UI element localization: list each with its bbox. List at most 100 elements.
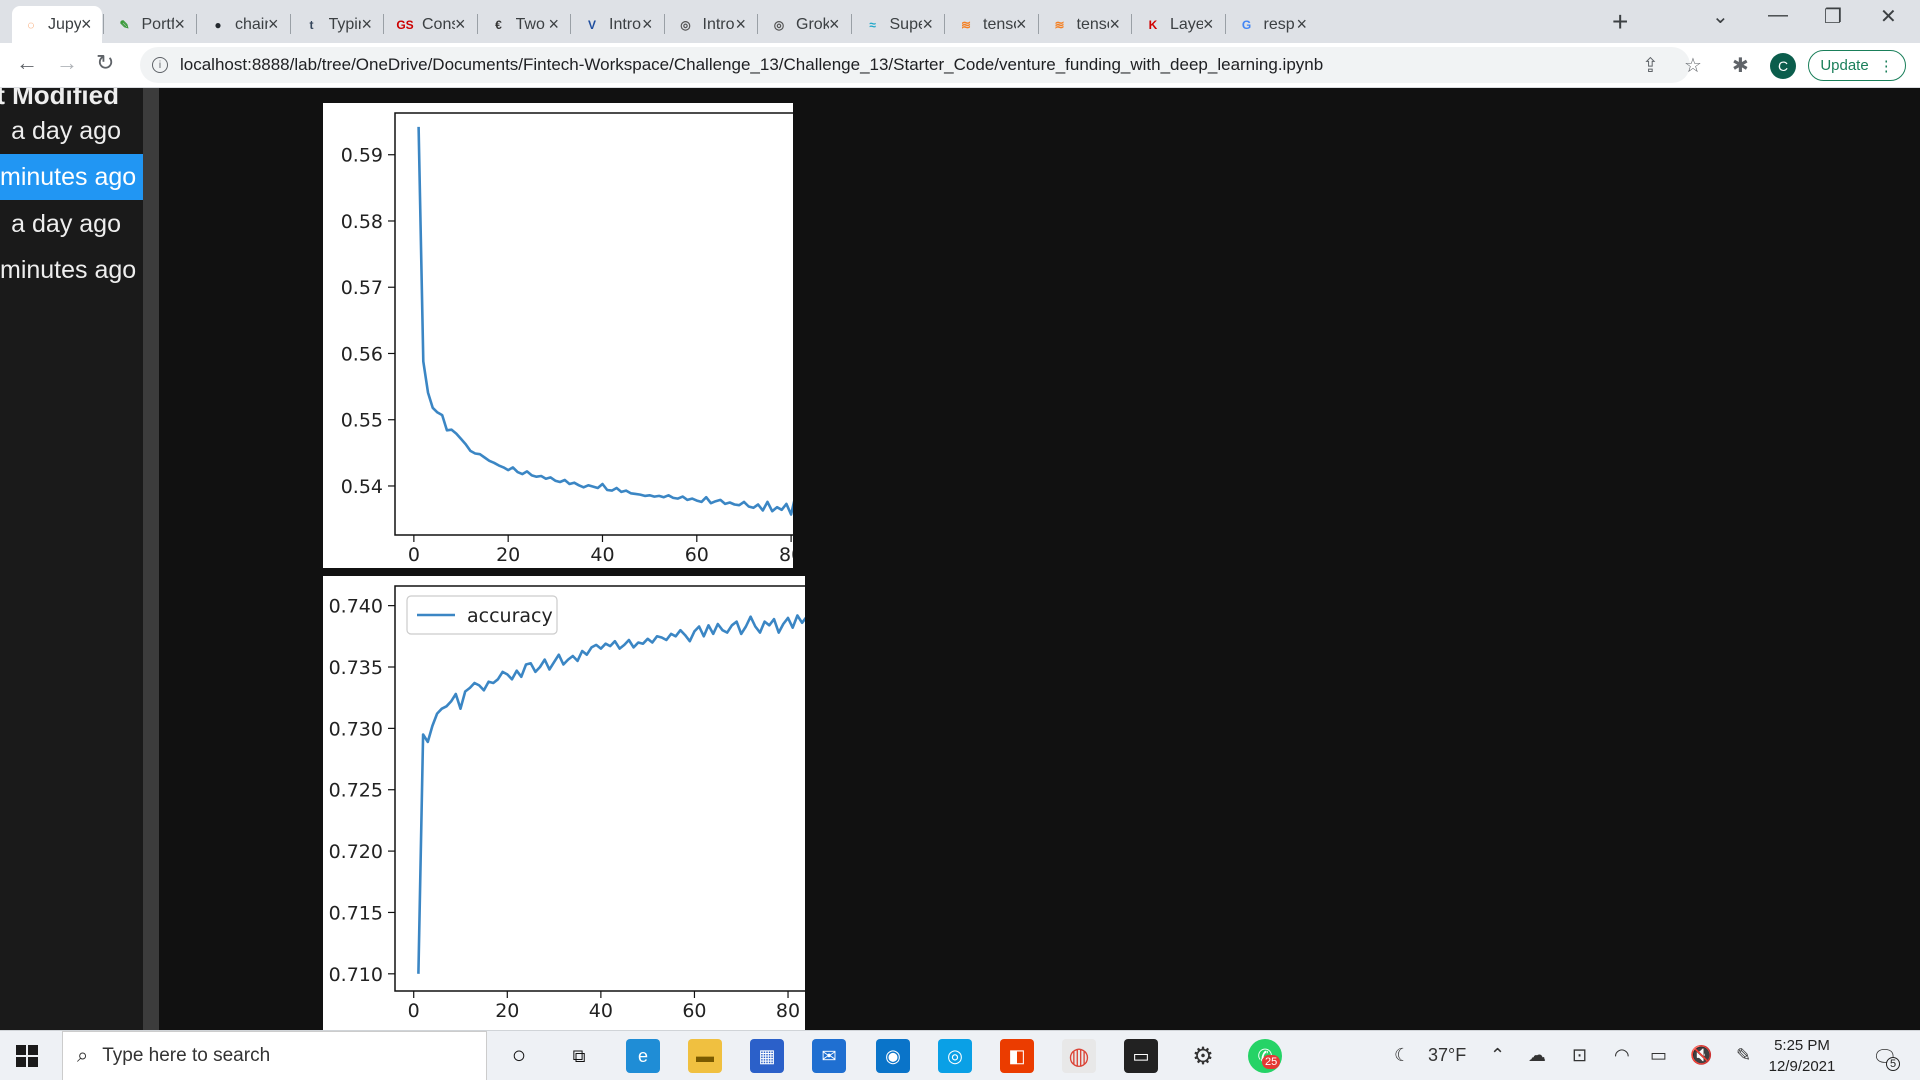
browser-tab[interactable]: ≈ Super× xyxy=(854,6,944,43)
system-clock[interactable]: 5:25 PM 12/9/2021 xyxy=(1762,1035,1842,1077)
close-tab-icon[interactable]: × xyxy=(548,14,559,35)
onedrive-icon[interactable]: ☁ xyxy=(1528,1045,1546,1066)
address-bar[interactable]: i localhost:8888/lab/tree/OneDrive/Docum… xyxy=(140,47,1690,83)
reload-icon[interactable]: ↻ xyxy=(96,50,114,76)
mail-icon[interactable]: ✉ xyxy=(812,1039,846,1073)
y-tick-label: 0.57 xyxy=(341,277,383,299)
share-icon[interactable]: ⇪ xyxy=(1642,53,1659,78)
browser-tab[interactable]: Gresp × xyxy=(1228,6,1318,43)
browser-tab[interactable]: ✎ Portfolio× xyxy=(106,6,196,43)
menu-dots-icon: ⋮ xyxy=(1878,57,1894,75)
url-text[interactable]: localhost:8888/lab/tree/OneDrive/Documen… xyxy=(180,55,1323,75)
superset-icon: ≈ xyxy=(869,17,876,32)
terminal-icon[interactable]: ▭ xyxy=(1124,1039,1158,1073)
y-tick-label: 0.59 xyxy=(341,145,383,167)
browser-tab[interactable]: € Two × xyxy=(480,6,570,43)
gs-icon: GS xyxy=(396,17,414,32)
browser-tab[interactable]: V Intro × xyxy=(573,6,663,43)
close-tab-icon[interactable]: × xyxy=(455,14,466,35)
close-tab-icon[interactable]: × xyxy=(829,14,840,35)
office-icon[interactable]: ◧ xyxy=(1000,1039,1034,1073)
settings-gear-icon[interactable]: ⚙ xyxy=(1186,1039,1220,1073)
x-tick-label: 60 xyxy=(685,544,709,566)
meet-now-icon[interactable]: ⊡ xyxy=(1572,1045,1587,1066)
edge-browser-icon[interactable]: e xyxy=(626,1039,660,1073)
close-tab-icon[interactable]: × xyxy=(1016,14,1027,35)
file-row-modified[interactable]: minutes ago xyxy=(0,247,143,293)
file-row-modified[interactable]: a day ago xyxy=(0,201,143,247)
y-tick-label: 0.55 xyxy=(341,410,383,432)
pen-icon[interactable]: ✎ xyxy=(1736,1045,1751,1066)
minimize-icon[interactable]: — xyxy=(1768,4,1788,27)
keras-icon: K xyxy=(1148,17,1158,32)
chrome-icon[interactable]: ◍ xyxy=(1062,1039,1096,1073)
close-tab-icon[interactable]: × xyxy=(174,14,185,35)
close-tab-icon[interactable]: × xyxy=(81,14,92,35)
file-row-modified-selected[interactable]: minutes ago xyxy=(0,154,143,200)
tab-search-icon[interactable]: ⌄ xyxy=(1712,4,1729,29)
tab-separator xyxy=(570,14,571,34)
browser-tab[interactable]: K Layer× xyxy=(1134,6,1224,43)
x-tick-label: 0 xyxy=(408,544,420,566)
update-label: Update xyxy=(1820,57,1869,74)
battery-icon[interactable]: ▭ xyxy=(1650,1045,1667,1066)
extensions-puzzle-icon[interactable]: ✱ xyxy=(1732,53,1749,78)
file-row-modified[interactable]: a day ago xyxy=(0,108,143,154)
browser-tab[interactable]: t Typing× xyxy=(293,6,383,43)
close-tab-icon[interactable]: × xyxy=(268,14,279,35)
tab-title: Typing xyxy=(328,15,362,33)
windows-start-icon[interactable] xyxy=(16,1045,38,1067)
new-tab-icon[interactable]: + xyxy=(1612,6,1628,38)
update-button[interactable]: Update ⋮ xyxy=(1808,50,1906,81)
close-tab-icon[interactable]: × xyxy=(735,14,746,35)
close-tab-icon[interactable]: × xyxy=(1109,14,1120,35)
panel-resize-handle[interactable] xyxy=(143,88,159,1030)
task-view-icon[interactable]: ⧉ xyxy=(562,1039,596,1073)
weather-moon-icon[interactable]: ☾ xyxy=(1394,1045,1410,1066)
bookmark-star-icon[interactable]: ☆ xyxy=(1684,53,1702,78)
series-line-loss xyxy=(417,126,887,523)
weather-temperature[interactable]: 37°F xyxy=(1428,1045,1466,1066)
browser-toolbar: ← → ↻ i localhost:8888/lab/tree/OneDrive… xyxy=(0,43,1920,88)
browser-tab[interactable]: ◎ Grok × xyxy=(760,6,850,43)
cortana-icon[interactable]: ○ xyxy=(502,1039,536,1073)
y-tick-label: 0.735 xyxy=(329,657,383,679)
dell-icon[interactable]: ◉ xyxy=(876,1039,910,1073)
forward-icon[interactable]: → xyxy=(56,50,78,76)
tab-separator xyxy=(383,14,384,34)
y-tick-label: 0.720 xyxy=(329,841,383,863)
y-tick-label: 0.54 xyxy=(341,476,383,498)
volume-muted-icon[interactable]: 🔇 xyxy=(1690,1045,1712,1066)
close-tab-icon[interactable]: × xyxy=(361,14,372,35)
wifi-icon[interactable]: ◠ xyxy=(1614,1045,1630,1066)
tab-title: resp xyxy=(1263,15,1295,33)
tab-title: Portfolio xyxy=(141,15,175,33)
close-tab-icon[interactable]: × xyxy=(1203,14,1214,35)
microsoft-store-icon[interactable]: ▦ xyxy=(750,1039,784,1073)
browser-tab[interactable]: ≋ tensor× xyxy=(1041,6,1131,43)
chevron-up-icon[interactable]: ⌃ xyxy=(1490,1045,1505,1066)
profile-avatar[interactable]: C xyxy=(1770,53,1796,79)
jupyter-icon: ◌ xyxy=(27,17,35,32)
x-tick-label: 80 xyxy=(779,544,793,566)
browser-tab[interactable]: GS Cons× xyxy=(386,6,476,43)
tab-separator xyxy=(1224,14,1226,34)
browser-tab-strip: ◌Jupyter×✎Portfolio×●chain×tTyping×GSCon… xyxy=(0,0,1920,43)
restore-icon[interactable]: ❐ xyxy=(1824,4,1842,29)
stackoverflow-icon: ≋ xyxy=(960,17,972,32)
file-explorer-icon[interactable]: ▬ xyxy=(688,1039,722,1073)
browser-tab[interactable]: ◌ Jupyter× xyxy=(12,6,102,43)
close-tab-icon[interactable]: × xyxy=(922,14,933,35)
close-tab-icon[interactable]: × xyxy=(642,14,653,35)
app-icon[interactable]: ◎ xyxy=(938,1039,972,1073)
site-info-icon[interactable]: i xyxy=(152,57,168,73)
taskbar-search-box[interactable]: ⌕ Type here to search xyxy=(62,1031,487,1080)
browser-tab[interactable]: ≋ tensor× xyxy=(947,6,1037,43)
browser-tab[interactable]: ● chain× xyxy=(199,6,289,43)
tab-separator xyxy=(1037,14,1039,34)
back-icon[interactable]: ← xyxy=(16,50,38,76)
close-tab-icon[interactable]: × xyxy=(1296,14,1307,35)
globe-icon: ◎ xyxy=(680,17,691,32)
browser-tab[interactable]: ◎ Intro × xyxy=(667,6,757,43)
close-window-icon[interactable]: ✕ xyxy=(1880,4,1897,29)
